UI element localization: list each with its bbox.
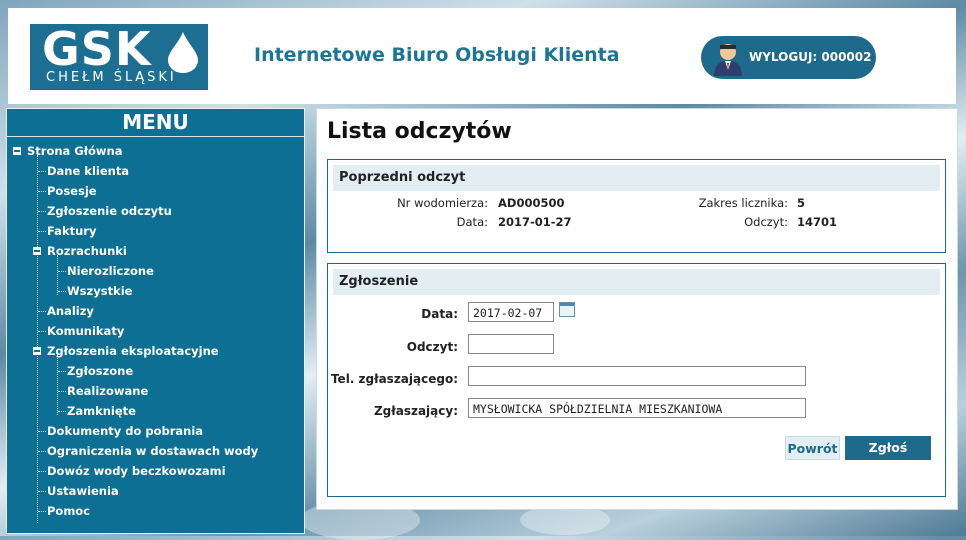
previous-date-value: 2017-01-27 xyxy=(498,215,572,229)
sidebar-item-dokumenty[interactable]: Dokumenty do pobrania xyxy=(7,421,304,441)
reporter-input[interactable]: MYSŁOWICKA SPÓŁDZIELNIA MIESZKANIOWA xyxy=(468,398,806,418)
logo[interactable]: GSK CHEŁM ŚLĄSKI xyxy=(30,22,208,90)
sidebar-item-komunikaty[interactable]: Komunikaty xyxy=(7,321,304,341)
tree-branch xyxy=(38,511,46,512)
logo-city: CHEŁM ŚLĄSKI xyxy=(46,70,177,85)
date-field-label: Data: xyxy=(421,307,458,321)
logout-label: WYLOGUJ: 000002 xyxy=(749,50,872,64)
meter-number-value: AD000500 xyxy=(498,196,565,210)
water-drop-icon xyxy=(168,32,198,73)
previous-reading-section: Poprzedni odczyt Nr wodomierza: AD000500… xyxy=(327,159,946,253)
sidebar-item-faktury[interactable]: Faktury xyxy=(7,221,304,241)
sidebar-item-dowoz-wody[interactable]: Dowóz wody beczkowozami xyxy=(7,461,304,481)
sidebar-item-label: Rozrachunki xyxy=(47,244,127,258)
phone-field-label: Tel. zgłaszającego: xyxy=(330,372,458,386)
sidebar-item-label: Strona Główna xyxy=(27,144,123,158)
reporter-field-label: Zgłaszający: xyxy=(373,404,458,418)
date-field[interactable]: 2017-02-07 xyxy=(468,302,554,322)
sidebar-item-label: Posesje xyxy=(47,184,97,198)
tree-branch xyxy=(38,471,46,472)
previous-reading-value: 14701 xyxy=(797,215,838,229)
sidebar-item-label: Zamknięte xyxy=(67,404,136,418)
tree-branch xyxy=(58,291,66,292)
sidebar-item-label: Ustawienia xyxy=(47,484,119,498)
sidebar-item-ograniczenia[interactable]: Ograniczenia w dostawach wody xyxy=(7,441,304,461)
sidebar-item-rozrachunki[interactable]: Rozrachunki xyxy=(7,241,304,261)
sidebar-item-strona-glowna[interactable]: Strona Główna xyxy=(7,141,304,161)
tree-branch xyxy=(38,231,46,232)
counter-range-value: 5 xyxy=(797,196,806,210)
user-avatar-icon xyxy=(714,43,742,76)
sidebar-item-label: Dokumenty do pobrania xyxy=(47,424,204,438)
header-bar: GSK CHEŁM ŚLĄSKI Internetowe Biuro Obsłu… xyxy=(8,8,956,104)
meter-number-label: Nr wodomierza: xyxy=(397,196,488,210)
sidebar-item-wszystkie[interactable]: Wszystkie xyxy=(7,281,304,301)
tree-branch xyxy=(38,431,46,432)
main-panel: Lista odczytów Poprzedni odczyt Nr wodom… xyxy=(316,108,958,510)
tree-expander-icon[interactable] xyxy=(13,147,21,155)
section-heading: Zgłoszenie xyxy=(333,269,940,295)
tree-branch xyxy=(58,391,66,392)
sidebar-item-label: Pomoc xyxy=(47,504,91,518)
tree-expander-icon[interactable] xyxy=(33,347,41,355)
sidebar-menu: MENU Strona Główna Dane klienta Posesje … xyxy=(6,108,305,534)
sidebar-item-label: Ograniczenia w dostawach wody xyxy=(47,444,259,458)
sidebar-item-label: Zgłoszone xyxy=(67,364,134,378)
tree-expander-icon[interactable] xyxy=(33,247,41,255)
sidebar-item-zgloszone[interactable]: Zgłoszone xyxy=(7,361,304,381)
sidebar-item-zgloszenie-odczytu[interactable]: Zgłoszenie odczytu xyxy=(7,201,304,221)
sidebar-item-label: Zgłoszenia eksploatacyjne xyxy=(47,344,219,358)
tree-branch xyxy=(38,491,46,492)
logo-text: GSK xyxy=(42,22,152,76)
back-button[interactable]: Powrót xyxy=(785,436,840,460)
sidebar-item-label: Wszystkie xyxy=(67,284,133,298)
tree-branch xyxy=(38,311,46,312)
reading-field-label: Odczyt: xyxy=(406,340,458,354)
sidebar-item-pomoc[interactable]: Pomoc xyxy=(7,501,304,521)
report-form-section: Zgłoszenie Data: 2017-02-07 Odczyt: Tel.… xyxy=(327,263,946,497)
sidebar-item-realizowane[interactable]: Realizowane xyxy=(7,381,304,401)
sidebar-item-label: Analizy xyxy=(47,304,94,318)
sidebar-item-label: Komunikaty xyxy=(47,324,125,338)
sidebar-item-label: Zgłoszenie odczytu xyxy=(47,204,172,218)
calendar-icon[interactable] xyxy=(559,302,575,317)
tree-branch xyxy=(58,371,66,372)
site-title: Internetowe Biuro Obsługi Klienta xyxy=(254,44,620,66)
sidebar-item-label: Dowóz wody beczkowozami xyxy=(47,464,226,478)
sidebar-item-analizy[interactable]: Analizy xyxy=(7,301,304,321)
phone-input[interactable] xyxy=(468,366,806,386)
sidebar-item-dane-klienta[interactable]: Dane klienta xyxy=(7,161,304,181)
sidebar-item-label: Faktury xyxy=(47,224,97,238)
submit-reading-button[interactable]: Zgłoś odczyt xyxy=(845,436,931,479)
sidebar-item-posesje[interactable]: Posesje xyxy=(7,181,304,201)
logout-button[interactable]: WYLOGUJ: 000002 xyxy=(701,36,876,79)
tree-branch xyxy=(38,331,46,332)
previous-date-label: Data: xyxy=(456,215,488,229)
page-title: Lista odczytów xyxy=(327,119,512,144)
reading-input[interactable] xyxy=(468,334,554,354)
sidebar-item-label: Realizowane xyxy=(67,384,149,398)
sidebar-item-zgloszenia-eksploatacyjne[interactable]: Zgłoszenia eksploatacyjne xyxy=(7,341,304,361)
sidebar-item-nierozliczone[interactable]: Nierozliczone xyxy=(7,261,304,281)
section-heading: Poprzedni odczyt xyxy=(333,165,940,191)
sidebar-item-ustawienia[interactable]: Ustawienia xyxy=(7,481,304,501)
sidebar-item-label: Dane klienta xyxy=(47,164,130,178)
tree-branch xyxy=(38,211,46,212)
sidebar-item-zamkniete[interactable]: Zamknięte xyxy=(7,401,304,421)
counter-range-label: Zakres licznika: xyxy=(698,196,788,210)
tree-branch xyxy=(58,271,66,272)
tree-branch xyxy=(38,171,46,172)
sidebar-item-label: Nierozliczone xyxy=(67,264,154,278)
tree-branch xyxy=(38,451,46,452)
tree-branch xyxy=(58,411,66,412)
previous-reading-label: Odczyt: xyxy=(744,215,788,229)
tree-branch xyxy=(38,191,46,192)
menu-tree: Strona Główna Dane klienta Posesje Zgłos… xyxy=(7,141,304,523)
menu-title: MENU xyxy=(7,109,304,137)
